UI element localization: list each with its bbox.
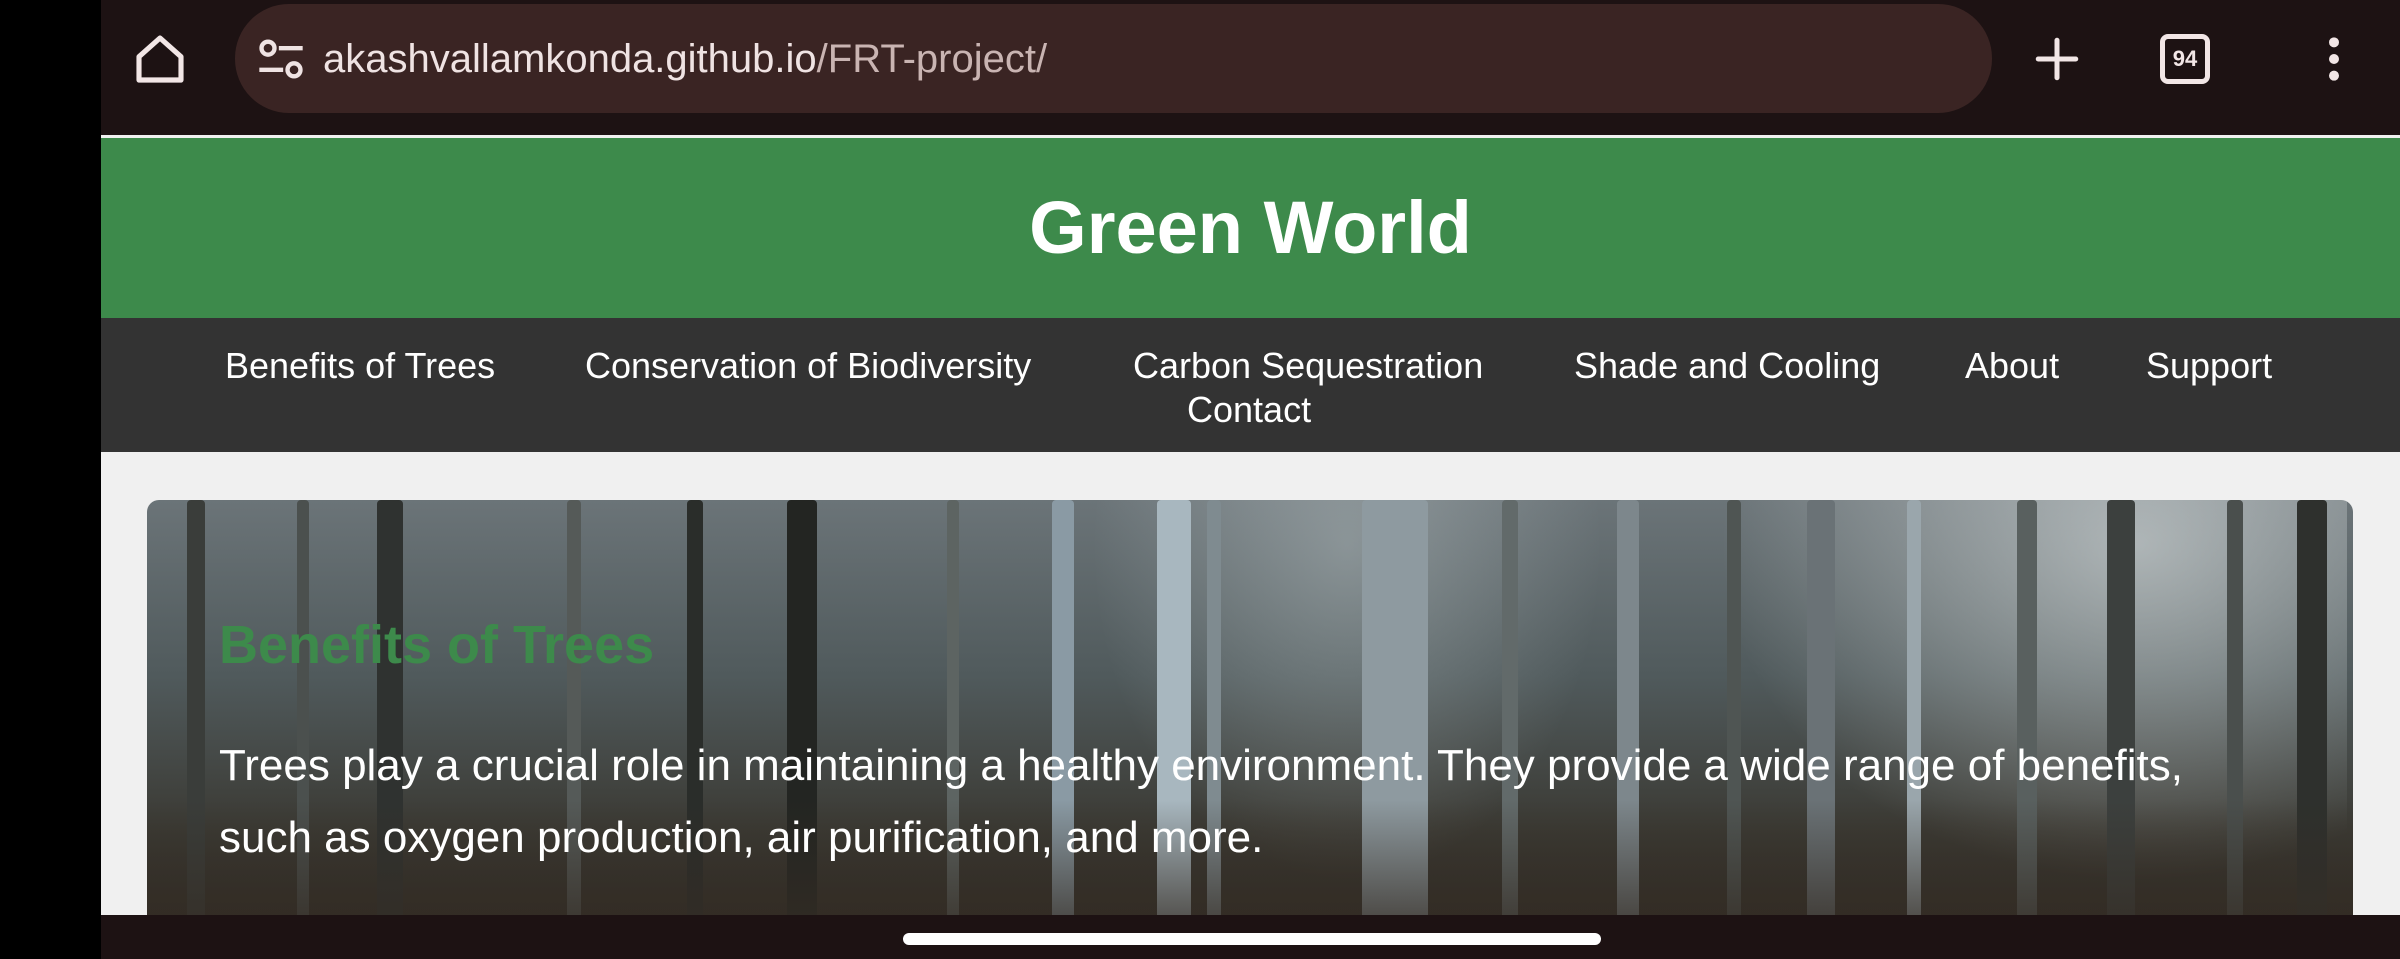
site-title: Green World <box>1029 186 1472 269</box>
nav-link-conservation-of-biodiversity[interactable]: Conservation of Biodiversity <box>585 344 1031 388</box>
nav-link-benefits-of-trees[interactable]: Benefits of Trees <box>225 344 495 388</box>
address-bar[interactable]: akashvallamkonda.github.io/FRT-project/ <box>235 4 1992 113</box>
home-button[interactable] <box>126 25 194 93</box>
url-text[interactable]: akashvallamkonda.github.io/FRT-project/ <box>323 34 1047 84</box>
tune-icon[interactable] <box>255 33 307 85</box>
site-header: Green World <box>101 138 2400 318</box>
new-tab-button[interactable] <box>2023 25 2091 93</box>
browser-screen: akashvallamkonda.github.io/FRT-project/ … <box>101 0 2400 959</box>
web-page: Green World Benefits of Trees Conservati… <box>101 135 2400 915</box>
gesture-handle[interactable] <box>903 933 1601 945</box>
tab-switcher-icon: 94 <box>2160 34 2210 84</box>
nav-link-support[interactable]: Support <box>2146 344 2272 388</box>
hero-heading: Benefits of Trees <box>219 615 655 675</box>
url-host: akashvallamkonda.github.io <box>323 37 817 81</box>
browser-toolbar: akashvallamkonda.github.io/FRT-project/ … <box>101 0 2400 135</box>
more-vert-icon <box>2329 37 2339 81</box>
site-nav: Benefits of Trees Conservation of Biodiv… <box>101 318 2400 452</box>
home-icon <box>136 35 184 83</box>
nav-link-shade-and-cooling[interactable]: Shade and Cooling <box>1574 344 1880 388</box>
nav-link-carbon-sequestration[interactable]: Carbon Sequestration <box>1133 344 1483 388</box>
menu-button[interactable] <box>2300 25 2368 93</box>
plus-icon <box>2035 37 2079 81</box>
url-path: /FRT-project/ <box>816 37 1048 81</box>
nav-link-contact[interactable]: Contact <box>1187 388 1311 432</box>
tab-switcher-button[interactable]: 94 <box>2151 25 2219 93</box>
hero-text: Trees play a crucial role in maintaining… <box>219 741 2183 862</box>
nav-link-about[interactable]: About <box>1965 344 2059 388</box>
hero-section: Benefits of Trees Trees play a crucial r… <box>147 500 2353 915</box>
gesture-navigation-area <box>101 915 2400 959</box>
